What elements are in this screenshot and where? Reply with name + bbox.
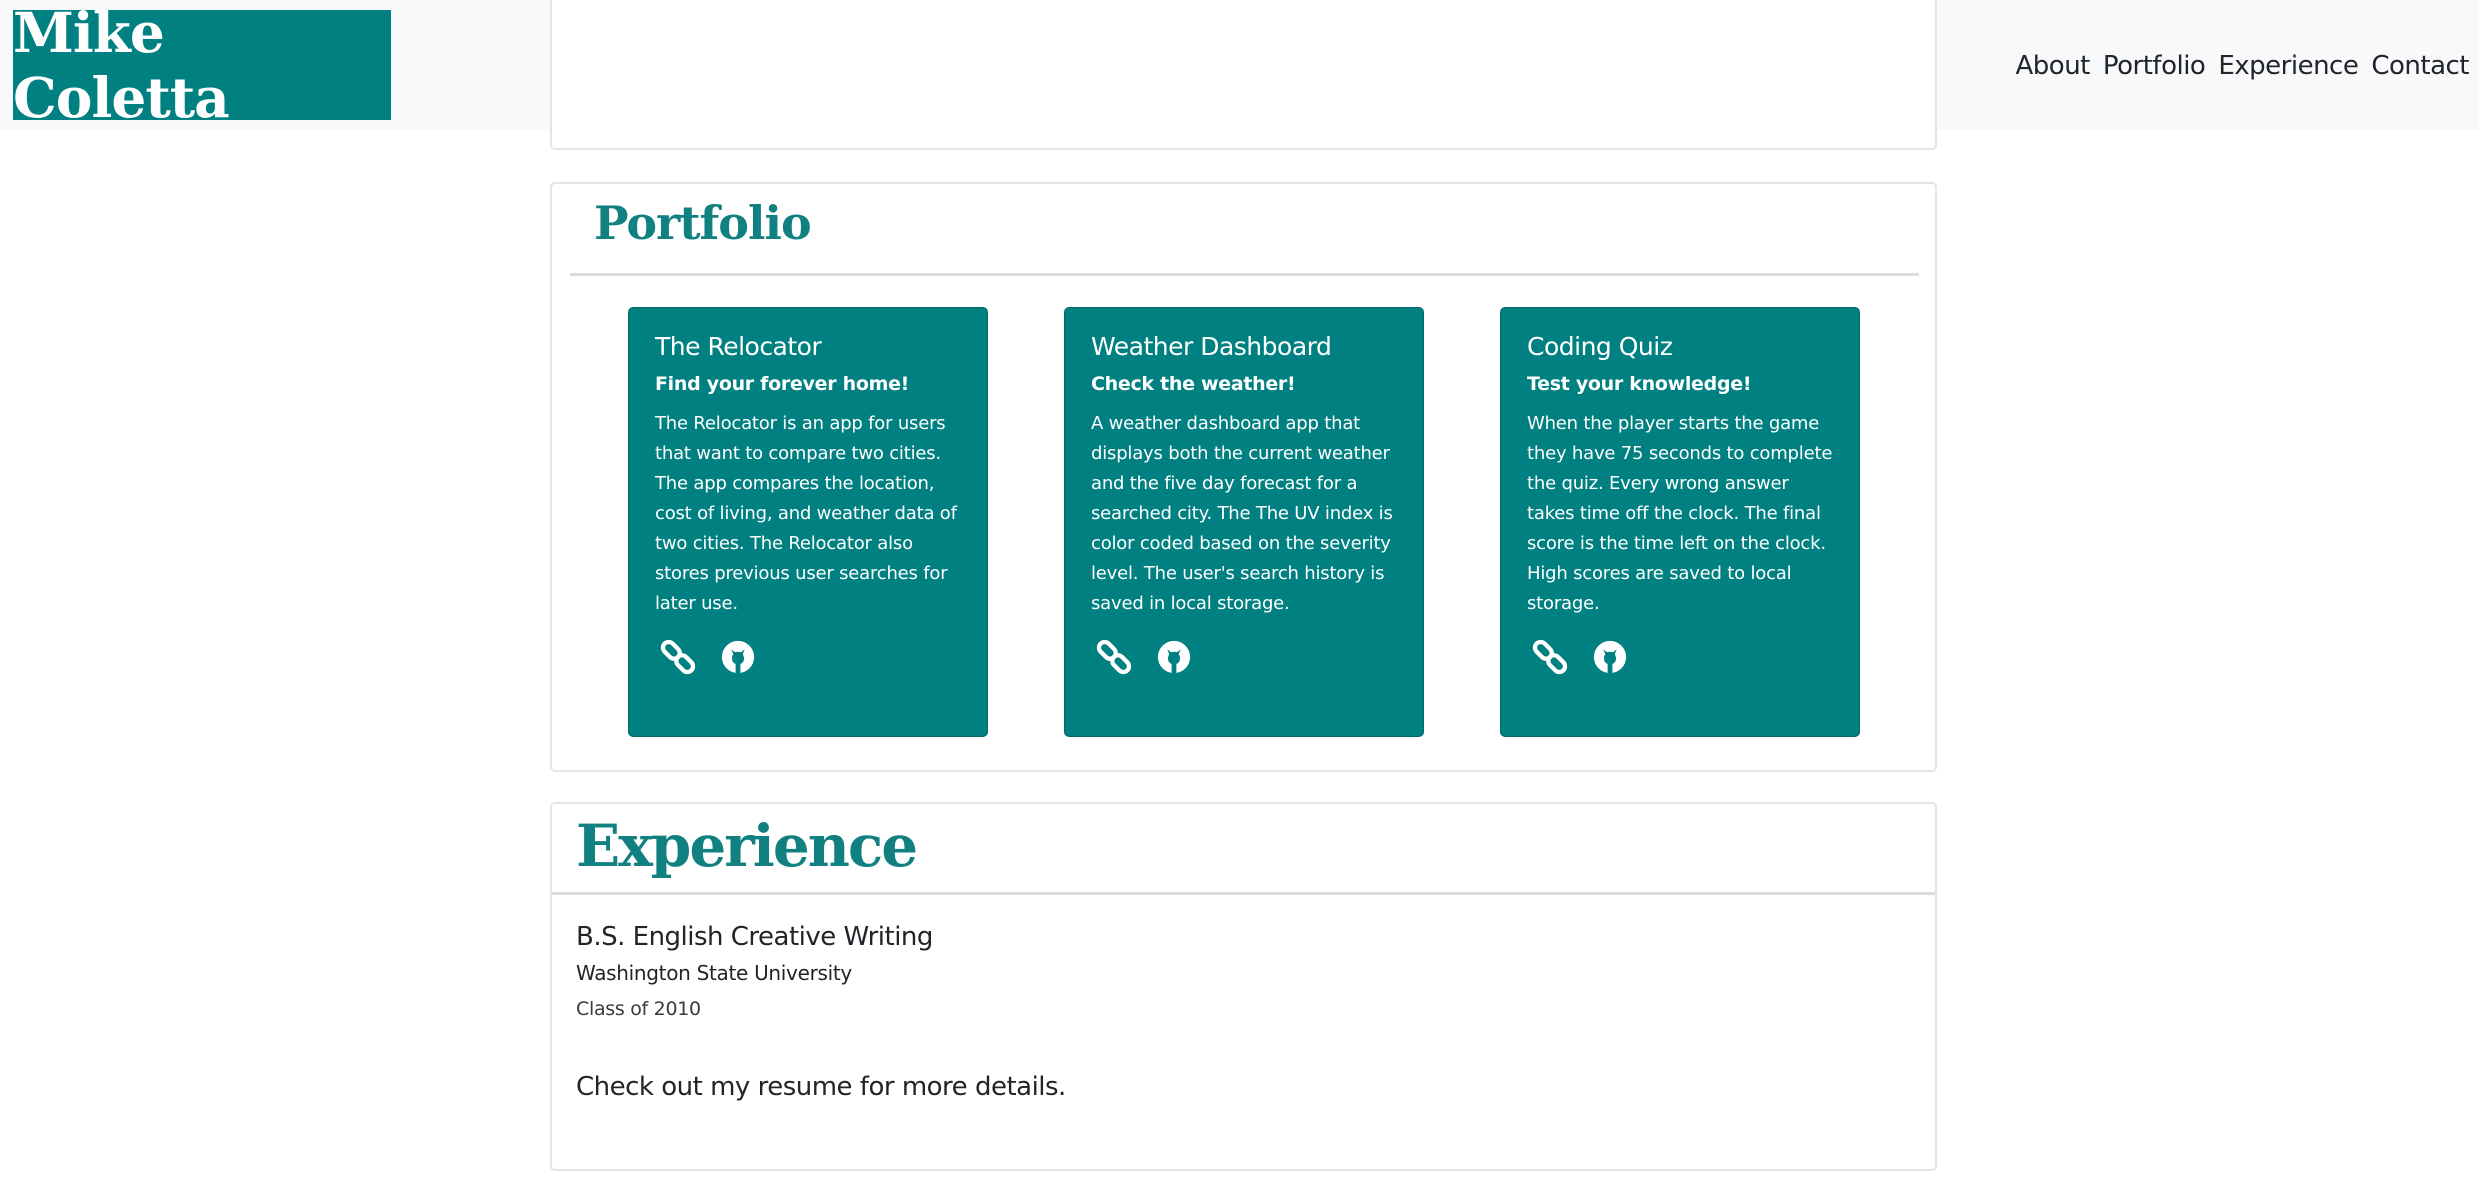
experience-section: Experience B.S. English Creative Writing… xyxy=(550,802,1937,1171)
link-icon[interactable] xyxy=(1095,638,1133,676)
nav-links: About Portfolio Experience Contact xyxy=(2016,44,2470,88)
project-card-weather-dashboard: Weather Dashboard Check the weather! A w… xyxy=(1064,307,1424,737)
github-icon[interactable] xyxy=(719,638,757,676)
resume-callout-prefix: Check out my xyxy=(576,1072,758,1102)
link-icon[interactable] xyxy=(659,638,697,676)
portfolio-divider xyxy=(570,273,1919,276)
project-title: Weather Dashboard xyxy=(1091,332,1332,361)
project-card-coding-quiz: Coding Quiz Test your knowledge! When th… xyxy=(1500,307,1860,737)
brand-logo-link[interactable]: Mike Coletta xyxy=(13,0,391,130)
github-icon[interactable] xyxy=(1591,638,1629,676)
school-name: Washington State University xyxy=(576,961,852,985)
nav-link-portfolio[interactable]: Portfolio xyxy=(2103,51,2206,81)
portfolio-section: Portfolio The Relocator Find your foreve… xyxy=(550,182,1937,772)
project-links xyxy=(659,638,757,676)
project-description: When the player starts the game they hav… xyxy=(1527,413,1833,614)
nav-link-contact[interactable]: Contact xyxy=(2371,51,2469,81)
project-description: A weather dashboard app that displays bo… xyxy=(1091,413,1393,614)
resume-link[interactable]: resume xyxy=(758,1072,853,1102)
degree-title: B.S. English Creative Writing xyxy=(576,922,933,952)
portfolio-title: Portfolio xyxy=(594,196,812,250)
project-subtitle: Test your knowledge! xyxy=(1527,373,1752,395)
about-section xyxy=(550,0,1937,150)
resume-callout-suffix: for more details. xyxy=(852,1072,1067,1102)
project-description: The Relocator is an app for users that w… xyxy=(655,413,957,614)
resume-callout: Check out my resume for more details. xyxy=(576,1072,1066,1102)
nav-link-about[interactable]: About xyxy=(2016,51,2091,81)
project-title: The Relocator xyxy=(655,332,822,361)
link-icon[interactable] xyxy=(1531,638,1569,676)
github-icon[interactable] xyxy=(1155,638,1193,676)
nav-link-experience[interactable]: Experience xyxy=(2218,51,2359,81)
project-title: Coding Quiz xyxy=(1527,332,1673,361)
project-card-relocator: The Relocator Find your forever home! Th… xyxy=(628,307,988,737)
project-links xyxy=(1531,638,1629,676)
project-subtitle: Check the weather! xyxy=(1091,373,1296,395)
experience-header: Experience xyxy=(552,804,1935,895)
experience-title: Experience xyxy=(576,812,918,880)
graduation-year: Class of 2010 xyxy=(576,998,701,1020)
project-subtitle: Find your forever home! xyxy=(655,373,910,395)
project-links xyxy=(1095,638,1193,676)
